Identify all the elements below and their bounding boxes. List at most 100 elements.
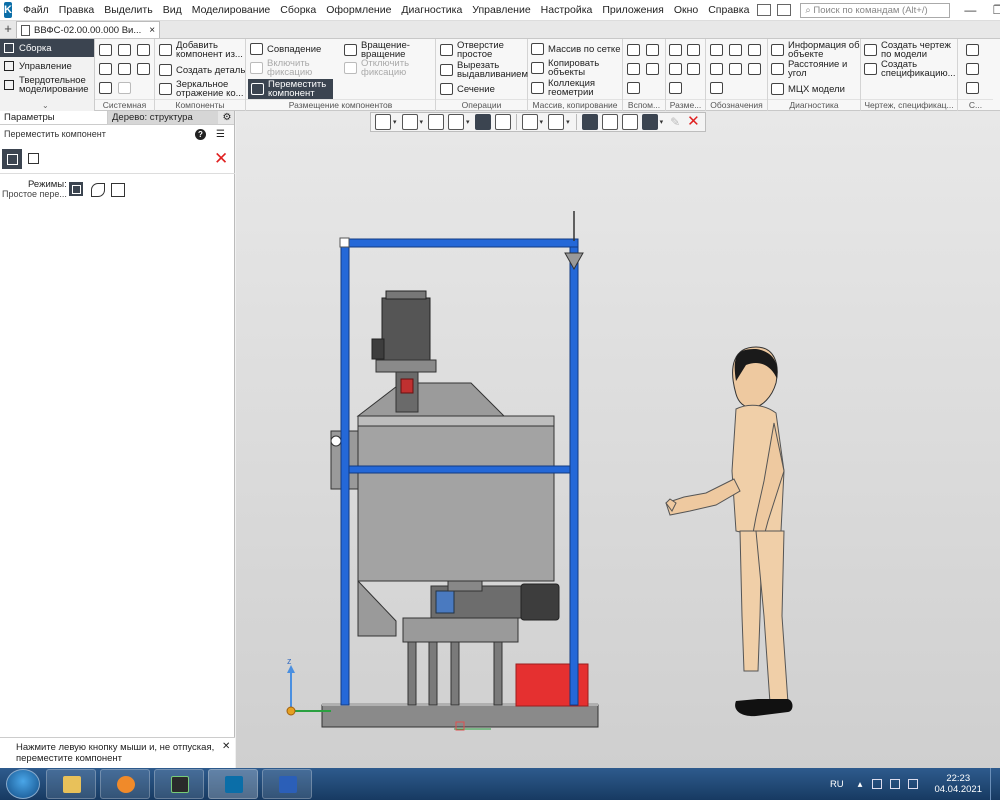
zoom-dropdown-icon[interactable]: ▾ xyxy=(420,118,424,126)
distance-angle-button[interactable]: Расстояние и угол xyxy=(771,60,848,78)
menu-design[interactable]: Оформление xyxy=(321,0,396,21)
cancel-command-icon[interactable]: ✕ xyxy=(687,114,700,130)
tolerance-icon[interactable] xyxy=(710,63,723,75)
new-tab-icon[interactable]: + xyxy=(0,20,16,38)
menu-apps[interactable]: Приложения xyxy=(597,0,668,21)
properties-icon[interactable] xyxy=(621,114,638,130)
3d-scene[interactable] xyxy=(236,111,1000,768)
layers-icon[interactable] xyxy=(601,114,618,130)
menu-help[interactable]: Справка xyxy=(703,0,754,21)
object-info-button[interactable]: Информация об объекте xyxy=(771,41,860,59)
rotation-button[interactable]: Вращение-вращение xyxy=(344,41,421,59)
lower-motor-fan[interactable] xyxy=(520,583,560,621)
create-spec-button[interactable]: Создать спецификацию... xyxy=(864,60,956,78)
copy-objects-button[interactable]: Копировать объекты xyxy=(531,59,608,77)
auto-dimension-icon[interactable] xyxy=(669,82,682,94)
section-dropdown-icon[interactable]: ▾ xyxy=(566,118,570,126)
show-desktop-button[interactable] xyxy=(990,768,1000,800)
tree-view-icon[interactable]: ☰ xyxy=(216,129,225,140)
last-tool-icon-2[interactable] xyxy=(966,63,979,75)
mode-solid-modeling[interactable]: Твердотельное моделирование xyxy=(0,75,94,95)
mark-icon[interactable] xyxy=(729,63,742,75)
cut-extrude-button[interactable]: Вырезать выдавливанием xyxy=(440,61,531,79)
preview-icon[interactable] xyxy=(118,63,131,75)
language-indicator[interactable]: RU xyxy=(830,779,844,790)
hide-icon[interactable] xyxy=(521,114,538,130)
save-as-icon[interactable] xyxy=(137,63,150,75)
plane-icon[interactable] xyxy=(627,44,640,56)
3d-viewport[interactable]: z ▾ ▾ ▾ ▾ ▾ ▾ ✎ ✕ xyxy=(236,111,1000,768)
enable-fix-button[interactable]: Включить фиксацию xyxy=(250,59,327,77)
geometry-collection-button[interactable]: Коллекция геометрии xyxy=(531,79,608,97)
save-icon[interactable] xyxy=(137,44,150,56)
new-document-icon[interactable] xyxy=(99,44,112,56)
axis-icon[interactable] xyxy=(646,44,659,56)
taskbar-app-terminal[interactable] xyxy=(154,769,204,799)
last-tool-icon-3[interactable] xyxy=(966,82,979,94)
tank-lid[interactable] xyxy=(356,382,506,417)
menu-select[interactable]: Выделить xyxy=(99,0,157,21)
line-icon[interactable] xyxy=(627,82,640,94)
menu-edit[interactable]: Правка xyxy=(54,0,99,21)
collision-mode-icon[interactable] xyxy=(91,183,105,197)
cancel-icon[interactable]: ✕ xyxy=(214,149,228,169)
mass-properties-button[interactable]: МЦХ модели xyxy=(771,83,845,95)
menu-assembly[interactable]: Сборка xyxy=(275,0,321,21)
menu-window[interactable]: Окно xyxy=(669,0,703,21)
filter-dropdown-icon[interactable]: ▾ xyxy=(660,118,664,126)
mode-manage[interactable]: Управление xyxy=(0,57,94,75)
command-search-input[interactable]: ⌕ Поиск по командам (Alt+/) xyxy=(800,2,951,18)
mode-assembly[interactable]: Сборка xyxy=(0,39,94,57)
view-orientation-icon[interactable] xyxy=(375,114,391,130)
section-view-icon[interactable] xyxy=(548,114,565,130)
window-layout-icon[interactable] xyxy=(757,4,772,16)
coincidence-button[interactable]: Совпадение xyxy=(250,43,321,55)
document-tab[interactable]: ВВФС-02.00.00.000 Ви... × xyxy=(16,21,161,38)
tank-body[interactable] xyxy=(357,415,555,582)
csys-icon[interactable] xyxy=(646,63,659,75)
flag-icon[interactable] xyxy=(872,779,883,789)
taskbar-app-explorer[interactable] xyxy=(46,769,96,799)
rotate-view-icon[interactable] xyxy=(448,114,465,130)
diameter-dimension-icon[interactable] xyxy=(687,63,700,75)
kompas-logo-icon[interactable]: K xyxy=(4,2,12,18)
text-note-icon[interactable] xyxy=(710,82,723,94)
chevron-down-icon[interactable]: ⌄ xyxy=(42,101,49,110)
print-icon[interactable] xyxy=(99,63,112,75)
frame-top-beam[interactable] xyxy=(340,238,579,248)
zoom-icon[interactable] xyxy=(401,114,418,130)
hole-button[interactable]: Отверстие простое xyxy=(440,41,517,59)
menu-diagnostics[interactable]: Диагностика xyxy=(396,0,467,21)
pencil-icon[interactable]: ✎ xyxy=(670,115,680,129)
roughness-icon[interactable] xyxy=(710,44,723,56)
rotate-dropdown-icon[interactable]: ▾ xyxy=(466,118,470,126)
taskbar-app-media-player[interactable] xyxy=(100,769,150,799)
base-icon[interactable] xyxy=(748,44,761,56)
contact-mode-icon[interactable] xyxy=(111,183,125,197)
menu-view[interactable]: Вид xyxy=(158,0,187,21)
create-drawing-button[interactable]: Создать чертеж по модели xyxy=(864,41,955,59)
tray-expand-icon[interactable]: ▴ xyxy=(858,779,863,790)
snap-icon[interactable] xyxy=(581,114,598,130)
restore-icon[interactable]: ❐ xyxy=(984,0,1000,21)
leader-icon[interactable] xyxy=(729,44,742,56)
window-tile-icon[interactable] xyxy=(777,4,792,16)
grid-array-button[interactable]: Массив по сетке xyxy=(531,43,620,55)
orientation-dropdown-icon[interactable]: ▾ xyxy=(393,118,397,126)
tab-parameters[interactable]: Параметры xyxy=(0,111,108,124)
menu-modeling[interactable]: Моделирование xyxy=(187,0,276,21)
angular-dimension-icon[interactable] xyxy=(687,44,700,56)
create-part-button[interactable]: Создать деталь xyxy=(159,64,245,76)
undo-icon[interactable] xyxy=(99,82,112,94)
help-icon[interactable]: ? xyxy=(195,129,206,140)
menu-settings[interactable]: Настройка xyxy=(536,0,598,21)
stand-top[interactable] xyxy=(402,617,519,643)
status-close-icon[interactable]: ✕ xyxy=(222,741,230,752)
disable-fix-button[interactable]: Отключить фиксацию xyxy=(344,59,421,77)
tab-close-icon[interactable]: × xyxy=(149,25,155,36)
filter-icon[interactable] xyxy=(641,114,658,130)
gear-icon[interactable]: ⚙ xyxy=(220,111,234,124)
pan-icon[interactable] xyxy=(428,114,445,130)
menu-file[interactable]: Файл xyxy=(18,0,54,21)
upper-motor-body[interactable] xyxy=(381,297,431,361)
